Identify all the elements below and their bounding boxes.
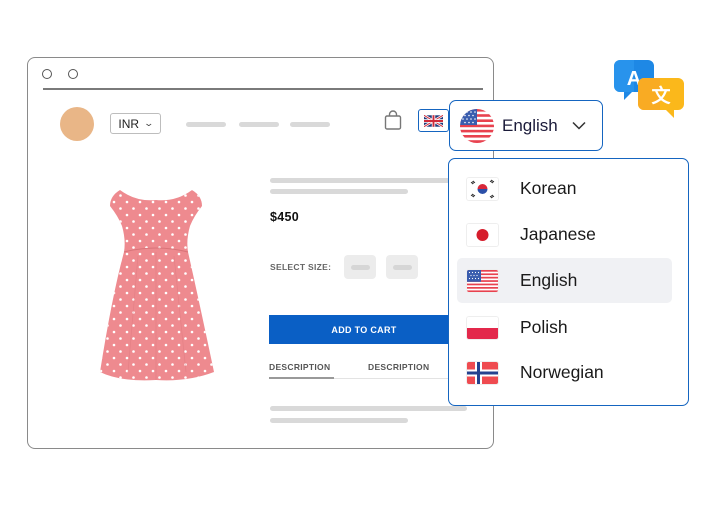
tab-description-secondary[interactable]: DESCRIPTION <box>368 362 429 372</box>
nav-link-placeholder[interactable] <box>186 122 226 127</box>
select-size-label: SELECT SIZE: <box>270 262 332 272</box>
language-dropdown: Korean Japanese English Polish Norwegian <box>448 158 689 406</box>
uk-flag-icon <box>424 114 443 127</box>
description-text-placeholder <box>270 406 467 411</box>
language-option-label: Korean <box>520 178 577 198</box>
korea-flag-icon <box>467 177 498 200</box>
language-option-label: Norwegian <box>520 362 604 382</box>
translate-icon: A 文 <box>614 60 684 118</box>
add-to-cart-button[interactable]: ADD TO CART <box>269 315 459 344</box>
language-option-label: Polish <box>520 317 568 337</box>
shopping-bag-icon[interactable] <box>384 110 402 130</box>
language-option-polish[interactable]: Polish <box>457 305 672 350</box>
active-tab-indicator <box>269 377 334 379</box>
tab-divider <box>334 378 454 379</box>
language-option-label: Japanese <box>520 224 596 244</box>
translate-icon-cjk-glyph: 文 <box>651 84 671 107</box>
language-option-english[interactable]: English <box>457 258 672 303</box>
japan-flag-icon <box>467 223 498 246</box>
language-option-japanese[interactable]: Japanese <box>457 212 672 257</box>
store-logo-avatar[interactable] <box>60 107 94 141</box>
us-flag-icon <box>467 269 498 292</box>
window-control-minimize[interactable] <box>68 69 78 79</box>
product-subtitle-placeholder <box>270 189 408 194</box>
us-flag-icon <box>460 108 494 143</box>
currency-value: INR <box>118 116 140 131</box>
size-option[interactable] <box>386 255 418 279</box>
language-option-label: English <box>520 270 578 290</box>
currency-select[interactable]: INR ⌄ <box>110 113 161 134</box>
language-option-korean[interactable]: Korean <box>457 166 672 211</box>
chevron-down-icon: ⌄ <box>143 118 155 128</box>
current-language-flag-button[interactable] <box>418 109 449 132</box>
language-selector[interactable]: English <box>449 100 603 151</box>
selected-language-label: English <box>502 115 558 135</box>
window-control-close[interactable] <box>42 69 52 79</box>
product-title-placeholder <box>270 178 460 183</box>
product-image-dress <box>100 190 214 381</box>
product-price: $450 <box>270 210 300 224</box>
norway-flag-icon <box>467 361 498 384</box>
chevron-down-icon <box>572 121 586 130</box>
nav-link-placeholder[interactable] <box>239 122 279 127</box>
description-text-placeholder <box>270 418 408 423</box>
nav-link-placeholder[interactable] <box>290 122 330 127</box>
size-option[interactable] <box>344 255 376 279</box>
tab-description[interactable]: DESCRIPTION <box>269 362 330 372</box>
address-bar-divider <box>43 88 483 90</box>
poland-flag-icon <box>467 316 498 339</box>
language-option-norwegian[interactable]: Norwegian <box>457 350 672 395</box>
